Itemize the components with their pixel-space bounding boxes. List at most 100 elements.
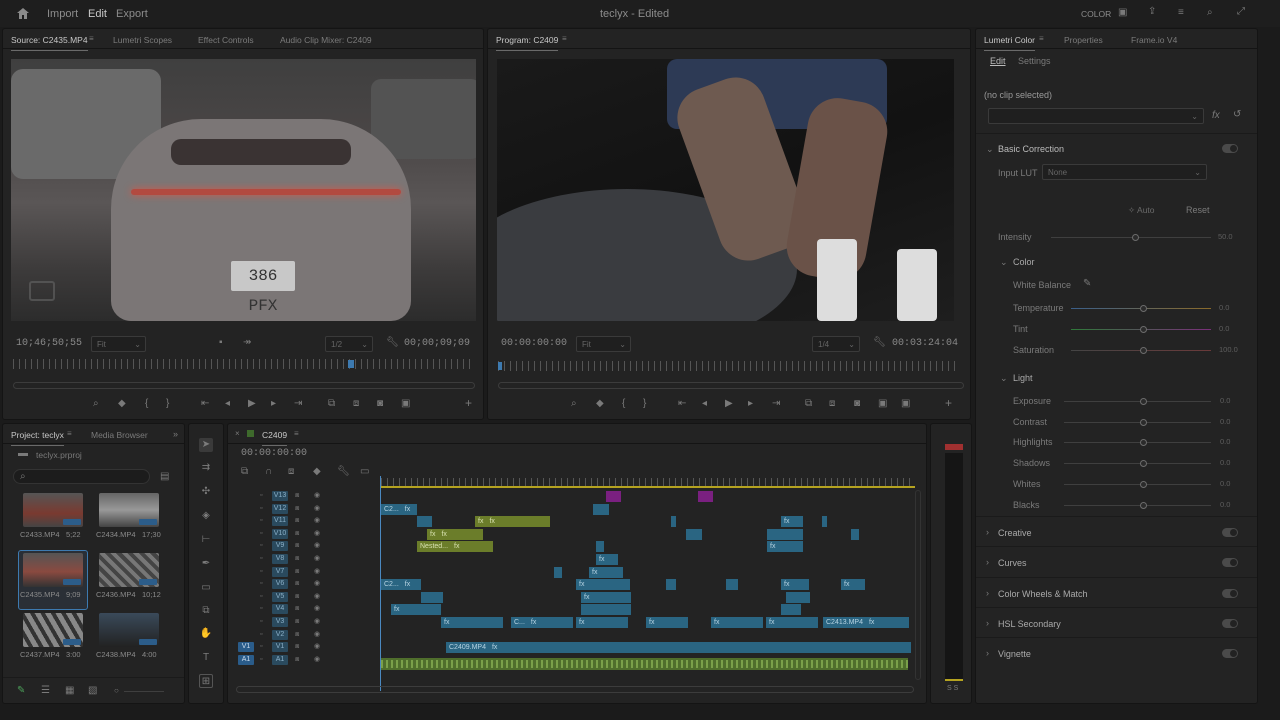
- color-header[interactable]: Color: [1013, 257, 1035, 267]
- track-header[interactable]: ▫ V3 ⧈ ◉: [228, 616, 378, 628]
- pencil-icon[interactable]: ✎: [17, 686, 25, 696]
- work-area-bar[interactable]: [381, 486, 915, 488]
- track-header[interactable]: ▫ V12 ⧈ ◉: [228, 503, 378, 515]
- timeline-clip[interactable]: fx: [576, 579, 630, 591]
- chevron-down-icon[interactable]: ⌄: [1000, 257, 1008, 268]
- program-time-ruler[interactable]: [498, 361, 960, 371]
- light-row-value[interactable]: 0.0: [1220, 479, 1230, 488]
- timeline-clip[interactable]: [606, 491, 621, 502]
- goto-out-icon[interactable]: ⇥: [772, 399, 780, 409]
- eye-icon[interactable]: ◉: [314, 604, 320, 614]
- track-header[interactable]: ▫ V6 ⧈ ◉: [228, 578, 378, 590]
- sync-lock-icon[interactable]: ⧈: [295, 655, 299, 665]
- program-zoom-select[interactable]: Fit ⌄: [576, 336, 631, 352]
- mark-out-icon[interactable]: }: [166, 399, 169, 409]
- basic-correction-header[interactable]: Basic Correction: [998, 144, 1064, 154]
- goto-in-icon[interactable]: ⇤: [678, 399, 686, 409]
- track-header[interactable]: ▫ V11 ⧈ ◉: [228, 515, 378, 527]
- lumetri-section[interactable]: › Vignette: [976, 637, 1257, 667]
- lumetri-section[interactable]: › Color Wheels & Match: [976, 576, 1257, 607]
- eye-icon[interactable]: ◉: [314, 554, 320, 564]
- timeline-clip[interactable]: [666, 579, 676, 591]
- vr-icon[interactable]: ▣: [401, 399, 410, 409]
- program-playhead[interactable]: [498, 362, 502, 370]
- step-forward-icon[interactable]: ▸: [748, 399, 753, 409]
- timeline-clip[interactable]: fx: [781, 579, 809, 591]
- light-row-slider[interactable]: [1064, 401, 1211, 402]
- wrench-icon[interactable]: 🔧︎: [337, 467, 350, 477]
- menu-icon[interactable]: ≡: [67, 429, 72, 439]
- intensity-slider[interactable]: [1051, 237, 1211, 238]
- goto-in-icon[interactable]: ⇤: [201, 399, 209, 409]
- play-icon[interactable]: ▶: [725, 399, 733, 409]
- light-row-slider[interactable]: [1064, 504, 1211, 506]
- track-header[interactable]: ▫ V5 ⧈ ◉: [228, 591, 378, 603]
- snap-icon[interactable]: ∩: [265, 467, 272, 477]
- clip-thumbnail[interactable]: [23, 553, 83, 587]
- step-forward-icon[interactable]: ▸: [271, 399, 276, 409]
- light-row-slider[interactable]: [1064, 421, 1211, 423]
- timeline-clip[interactable]: fx: [841, 579, 865, 591]
- lock-icon[interactable]: ▫: [260, 504, 262, 514]
- timeline-scrollbar[interactable]: [236, 686, 914, 693]
- goto-out-icon[interactable]: ⇥: [294, 399, 302, 409]
- sync-lock-icon[interactable]: ⧈: [295, 541, 299, 551]
- timeline-clip[interactable]: fx: [781, 516, 803, 528]
- eye-icon[interactable]: ◉: [314, 579, 320, 589]
- program-scrollbar[interactable]: [498, 382, 964, 389]
- track-label[interactable]: V11: [272, 516, 288, 527]
- freeform-icon[interactable]: ▧: [88, 686, 97, 696]
- timeline-clip[interactable]: C... fx: [511, 617, 573, 628]
- sync-lock-icon[interactable]: ⧈: [295, 617, 299, 627]
- clip-thumbnail[interactable]: [23, 613, 83, 647]
- icon-view-icon[interactable]: ▦: [65, 686, 74, 696]
- expand-icon[interactable]: »: [173, 429, 178, 439]
- timeline-clip[interactable]: [786, 591, 810, 603]
- lumetri-section[interactable]: › HSL Secondary: [976, 606, 1257, 637]
- extract-icon[interactable]: ⧈: [829, 399, 835, 409]
- chevron-down-icon[interactable]: ⌄: [1000, 373, 1008, 384]
- lock-icon[interactable]: ▫: [260, 592, 262, 602]
- wrench-icon[interactable]: 🔧︎: [386, 338, 399, 348]
- timeline-clip[interactable]: [851, 528, 859, 540]
- camera-icon[interactable]: ◙: [854, 399, 860, 409]
- eye-icon[interactable]: ◉: [314, 592, 320, 602]
- menu-edit[interactable]: Edit: [88, 8, 107, 20]
- lift-icon[interactable]: ⧉: [805, 399, 812, 409]
- light-row-value[interactable]: 0.0: [1220, 437, 1230, 446]
- lumetri-section[interactable]: › Creative: [976, 516, 1257, 546]
- timeline-clip[interactable]: [698, 491, 713, 502]
- timeline-clip[interactable]: C2... fx: [381, 503, 417, 515]
- sync-lock-icon[interactable]: ⧈: [295, 630, 299, 640]
- lumetri-section[interactable]: › Curves: [976, 546, 1257, 576]
- color-workspace[interactable]: COLOR: [1081, 9, 1111, 19]
- program-timecode[interactable]: 00:00:00:00: [501, 338, 567, 349]
- timeline-clip[interactable]: fx: [711, 617, 763, 628]
- timeline-clip[interactable]: [686, 528, 702, 540]
- auto-button[interactable]: ✧ Auto: [1128, 202, 1172, 218]
- slider-knob[interactable]: [1140, 398, 1147, 405]
- source-patch[interactable]: A1: [238, 654, 254, 665]
- sync-lock-icon[interactable]: ⧈: [295, 554, 299, 564]
- color-row-value[interactable]: 100.0: [1219, 345, 1238, 354]
- tab-audio-mixer[interactable]: Audio Clip Mixer: C2409: [280, 35, 372, 45]
- play-icon[interactable]: ▶: [248, 399, 256, 409]
- sync-lock-icon[interactable]: ⧈: [295, 529, 299, 539]
- track-header[interactable]: ▫ V8 ⧈ ◉: [228, 553, 378, 565]
- track-header[interactable]: ▫ V7 ⧈ ◉: [228, 566, 378, 578]
- tab-source[interactable]: Source: C2435.MP4: [11, 35, 88, 51]
- insert-icon[interactable]: ↠: [243, 338, 251, 348]
- pen-icon[interactable]: ✒: [199, 557, 213, 571]
- track-header[interactable]: V1 ▫ V1 ⧈ ◉: [228, 641, 378, 653]
- panel-icon[interactable]: ▣: [1118, 8, 1127, 18]
- clip-thumbnail[interactable]: [99, 493, 159, 527]
- section-toggle[interactable]: [1222, 649, 1238, 659]
- color-row-value[interactable]: 0.0: [1219, 324, 1229, 333]
- sync-lock-icon[interactable]: ⧈: [295, 516, 299, 526]
- linked-selection-icon[interactable]: ⧈: [288, 467, 294, 477]
- eye-icon[interactable]: ◉: [314, 491, 320, 501]
- color-row-value[interactable]: 0.0: [1219, 303, 1229, 312]
- subtab-settings[interactable]: Settings: [1018, 56, 1051, 66]
- source-patch[interactable]: V1: [238, 642, 254, 653]
- progress-icon[interactable]: ≡: [1178, 8, 1184, 18]
